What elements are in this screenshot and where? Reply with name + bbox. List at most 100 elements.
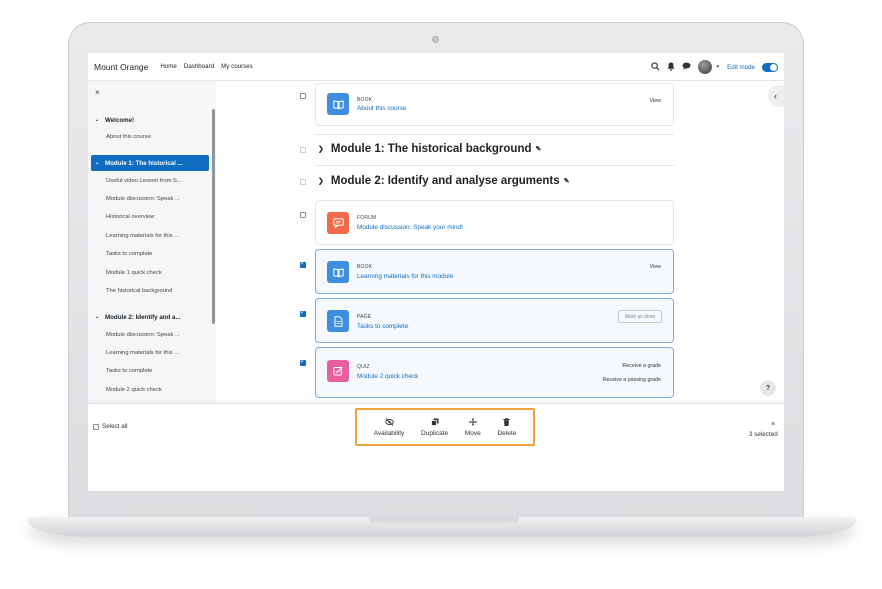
screen: Mount Orange Home Dashboard My courses ▼…: [88, 53, 784, 491]
laptop-camera: [432, 36, 439, 43]
activity-type: QUIZ: [357, 364, 370, 370]
nav-dashboard[interactable]: Dashboard: [184, 63, 214, 70]
delete-button[interactable]: Delete: [497, 417, 517, 437]
activity-name[interactable]: Module 2 quick check: [357, 373, 418, 380]
book-icon: [327, 261, 349, 283]
section-heading-module-1[interactable]: ❯ Module 1: The historical background ✎: [318, 143, 541, 155]
copy-icon: [430, 418, 439, 426]
course-index-drawer: × ⌄ Welcome! About this course ⌄ Module …: [88, 81, 216, 403]
help-button[interactable]: ?: [760, 380, 776, 396]
section-title: Module 2: Identify and a...: [105, 313, 181, 321]
activity-checkbox[interactable]: [300, 212, 306, 218]
activity-checkbox[interactable]: [300, 358, 306, 366]
course-index-item[interactable]: About this course: [106, 134, 151, 140]
top-navbar: Mount Orange Home Dashboard My courses ▼…: [88, 53, 784, 81]
block-drawer-toggle[interactable]: ‹: [768, 85, 784, 107]
action-label: Move: [464, 429, 481, 437]
activity-card-page[interactable]: PAGE Tasks to complete Mark as done: [315, 298, 674, 343]
action-label: Duplicate: [421, 429, 449, 437]
section-checkbox[interactable]: [300, 179, 306, 185]
activity-name[interactable]: Learning materials for this module: [357, 273, 453, 280]
course-index-item[interactable]: Tasks to complete: [106, 251, 152, 257]
action-label: Availability: [373, 429, 405, 437]
course-index-item[interactable]: Module 2 quick check: [106, 387, 162, 393]
move-icon: [468, 417, 477, 426]
edit-mode-label: Edit mode: [727, 63, 755, 71]
activity-checkbox[interactable]: [300, 93, 306, 99]
section-title: Welcome!: [105, 116, 135, 124]
availability-button[interactable]: Availability: [373, 417, 405, 437]
mark-as-done-button[interactable]: Mark as done: [618, 310, 662, 323]
section-checkbox[interactable]: [300, 147, 306, 153]
bulk-actions-highlight: Availability Duplicate Move Delete: [355, 408, 535, 446]
course-index-item[interactable]: Useful video Lesson from S...: [106, 178, 182, 184]
course-index-item[interactable]: Module discussion: Speak ...: [106, 196, 180, 202]
chevron-left-icon: ‹: [774, 91, 777, 101]
activity-checkbox[interactable]: [300, 309, 306, 317]
section-divider: [315, 165, 674, 166]
activity-type: BOOK: [357, 97, 373, 103]
activity-checkbox[interactable]: [300, 260, 306, 268]
course-index-item[interactable]: Module discussion: Speak ...: [106, 332, 180, 338]
close-icon[interactable]: ×: [771, 419, 775, 428]
nav-my-courses[interactable]: My courses: [221, 63, 253, 70]
messages-icon[interactable]: [682, 62, 691, 72]
chevron-down-icon: ⌄: [95, 117, 100, 123]
drawer-scrollbar[interactable]: [212, 109, 215, 324]
view-completion: View: [649, 98, 661, 104]
book-icon: [327, 93, 349, 115]
pencil-icon[interactable]: ✎: [536, 145, 542, 153]
section-divider: [315, 134, 674, 135]
course-index-item[interactable]: The historical background: [106, 288, 172, 294]
completion-requirement: Receive a grade: [622, 363, 661, 369]
section-title: Module 1: The historical ...: [105, 159, 183, 167]
checkbox-icon[interactable]: [93, 423, 99, 430]
edit-mode-toggle[interactable]: [762, 62, 778, 72]
eye-slash-icon: [384, 417, 394, 426]
chevron-down-icon[interactable]: ❯: [318, 177, 324, 185]
selected-count: 3 selected: [749, 431, 778, 438]
chevron-down-icon[interactable]: ▼: [715, 64, 720, 70]
activity-name[interactable]: About this course: [357, 105, 406, 112]
chevron-down-icon: ⌄: [95, 314, 100, 320]
course-index-section-module-2[interactable]: ⌄ Module 2: Identify and a...: [91, 309, 209, 325]
course-index-item[interactable]: Module 1 quick check: [106, 270, 162, 276]
primary-nav: Home Dashboard My courses: [160, 63, 252, 70]
course-index-section-welcome[interactable]: ⌄ Welcome!: [91, 112, 209, 128]
activity-card-book[interactable]: BOOK Learning materials for this module …: [315, 249, 674, 294]
completion-requirement: Receive a passing grade: [602, 377, 661, 383]
laptop-notch: [369, 517, 519, 527]
select-all-checkbox[interactable]: Select all: [93, 423, 128, 430]
activity-name[interactable]: Tasks to complete: [357, 323, 408, 330]
activity-card-quiz[interactable]: QUIZ Module 2 quick check Receive a grad…: [315, 347, 674, 398]
chevron-right-icon[interactable]: ❯: [318, 145, 324, 153]
course-index-item[interactable]: Learning materials for this ...: [106, 350, 179, 356]
quiz-icon: [327, 360, 349, 382]
course-index-section-module-1[interactable]: ⌄ Module 1: The historical ...: [91, 155, 209, 171]
activity-card-book[interactable]: BOOK About this course View: [315, 83, 674, 126]
course-index-item[interactable]: Historical overview: [106, 214, 154, 220]
user-avatar[interactable]: [698, 60, 713, 74]
move-button[interactable]: Move: [464, 417, 481, 437]
duplicate-button[interactable]: Duplicate: [421, 418, 448, 437]
course-index-item[interactable]: Tasks to complete: [106, 368, 152, 374]
pencil-icon[interactable]: ✎: [564, 177, 570, 185]
bell-icon[interactable]: [667, 62, 675, 73]
search-icon[interactable]: [651, 61, 660, 73]
course-index-item[interactable]: Learning materials for this ...: [106, 233, 179, 239]
activity-type: BOOK: [357, 264, 373, 270]
section-title: Module 1: The historical background: [330, 143, 532, 155]
page-icon: [327, 310, 349, 332]
question-icon: ?: [765, 384, 771, 392]
navbar-right: ▼ Edit mode: [651, 53, 778, 81]
activity-card-forum[interactable]: FORUM Module discussion: Speak your mind…: [315, 200, 674, 245]
chevron-down-icon: ⌄: [95, 160, 100, 166]
bulk-edit-footer: Select all Availability Duplicate Move D…: [88, 403, 784, 491]
close-icon[interactable]: ×: [95, 88, 100, 97]
nav-home[interactable]: Home: [160, 63, 177, 70]
site-name[interactable]: Mount Orange: [94, 62, 148, 72]
section-heading-module-2[interactable]: ❯ Module 2: Identify and analyse argumen…: [318, 175, 570, 187]
action-label: Delete: [497, 429, 517, 437]
activity-type: FORUM: [357, 215, 377, 221]
activity-name[interactable]: Module discussion: Speak your mind!: [357, 224, 463, 231]
